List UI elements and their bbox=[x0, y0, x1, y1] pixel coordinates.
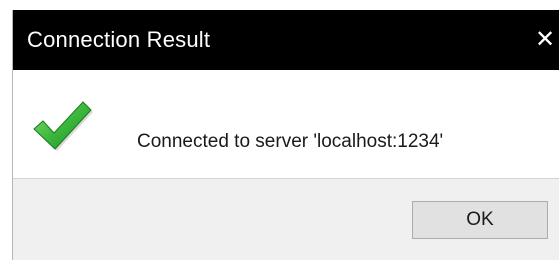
status-message: Connected to server 'localhost:1234' bbox=[137, 131, 444, 152]
close-button[interactable]: ✕ bbox=[530, 10, 559, 70]
dialog-footer: OK bbox=[13, 179, 559, 260]
window-title: Connection Result bbox=[27, 27, 211, 52]
dialog-content: Connected to server 'localhost:1234' bbox=[13, 70, 559, 178]
ok-button[interactable]: OK bbox=[412, 201, 548, 239]
connection-result-dialog: Connection Result ✕ Connected to server … bbox=[12, 10, 559, 260]
title-bar[interactable]: Connection Result ✕ bbox=[13, 10, 559, 70]
checkmark-icon bbox=[33, 101, 93, 151]
